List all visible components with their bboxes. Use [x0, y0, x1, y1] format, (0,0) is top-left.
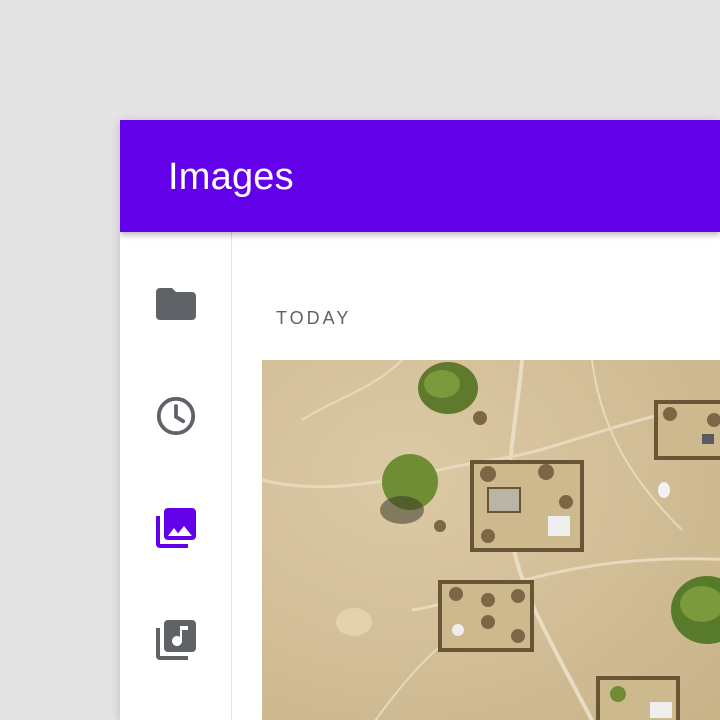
photo-library-icon [156, 508, 196, 548]
folder-icon [156, 288, 196, 320]
section-header-today: TODAY [276, 308, 352, 328]
rail-item-recent[interactable] [148, 388, 204, 444]
rail-item-audio[interactable] [148, 612, 204, 668]
rail-item-images[interactable] [148, 500, 204, 556]
navigation-rail [120, 232, 232, 720]
app-window: Images TODAY [120, 120, 720, 720]
aerial-village-photo [262, 360, 720, 720]
image-thumbnail[interactable] [262, 360, 720, 720]
main-content: TODAY [232, 232, 720, 720]
clock-icon [156, 396, 196, 436]
music-library-icon [156, 620, 196, 660]
top-app-bar: Images [120, 120, 720, 232]
app-title: Images [168, 156, 294, 198]
rail-item-folder[interactable] [148, 276, 204, 332]
